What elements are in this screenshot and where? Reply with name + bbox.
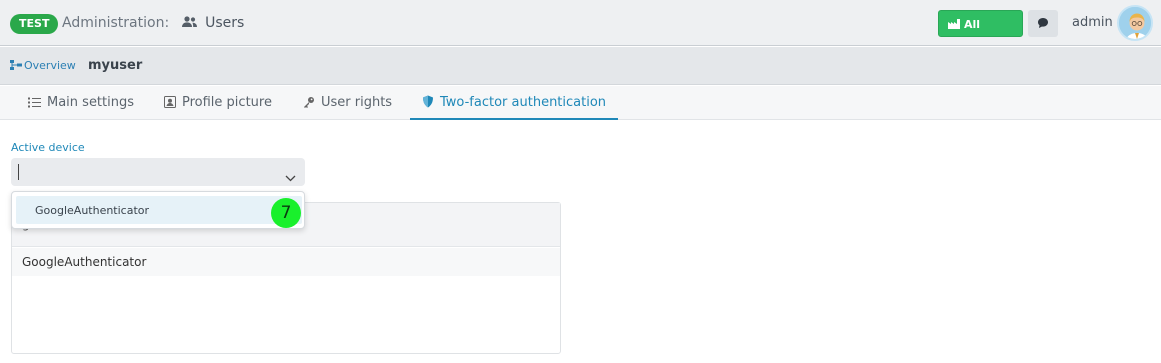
sitemap-icon: [10, 60, 22, 73]
all-clients-button[interactable]: All clients: [938, 10, 1023, 59]
tab-bar: Main settings Profile picture User right…: [0, 86, 1161, 120]
page-title-text: Administration:: [62, 15, 170, 31]
breadcrumb-overview-label: Overview: [24, 59, 76, 72]
chat-button[interactable]: [1028, 10, 1058, 37]
users-icon: [181, 16, 197, 32]
chat-icon: [1037, 14, 1049, 33]
list-icon: [28, 88, 41, 121]
tab-two-factor-authentication-label: Two-factor authentication: [440, 95, 607, 110]
top-header: TEST Administration: Users All clients a…: [0, 0, 1161, 59]
breadcrumb: Overview myuser: [0, 47, 1161, 85]
table-row-device-name: GoogleAuthenticator: [22, 255, 147, 269]
tab-main-settings[interactable]: Main settings: [16, 86, 146, 120]
avatar[interactable]: [1117, 5, 1153, 41]
section-name: Users: [205, 15, 245, 31]
avatar-image: [1119, 7, 1151, 39]
tab-profile-picture-label: Profile picture: [182, 95, 272, 110]
user-name[interactable]: admin: [1072, 15, 1113, 30]
text-cursor: [18, 164, 19, 180]
table-row[interactable]: GoogleAuthenticator: [12, 248, 560, 276]
dropdown-option-label: GoogleAuthenticator: [35, 204, 150, 217]
active-device-select[interactable]: [11, 158, 305, 186]
dropdown-option[interactable]: GoogleAuthenticator: [16, 196, 302, 224]
tab-two-factor-authentication[interactable]: Two-factor authentication: [410, 86, 619, 121]
active-device-label: Active device: [11, 141, 85, 154]
breadcrumb-overview-link[interactable]: Overview: [10, 59, 76, 73]
key-icon: [303, 88, 315, 121]
breadcrumb-current: myuser: [88, 58, 143, 73]
portrait-icon: [164, 88, 176, 121]
tab-user-rights-label: User rights: [321, 95, 393, 110]
shield-icon: [422, 88, 434, 121]
tab-profile-picture[interactable]: Profile picture: [152, 86, 284, 120]
factory-icon: [948, 12, 960, 39]
active-device-dropdown: GoogleAuthenticator: [11, 191, 305, 229]
step-marker: 7: [271, 198, 301, 228]
environment-badge: TEST: [10, 14, 59, 34]
chevron-down-icon[interactable]: [285, 167, 296, 186]
tab-user-rights[interactable]: User rights: [291, 86, 404, 120]
tab-main-settings-label: Main settings: [47, 95, 135, 110]
page-title: Administration: Users: [62, 15, 244, 32]
